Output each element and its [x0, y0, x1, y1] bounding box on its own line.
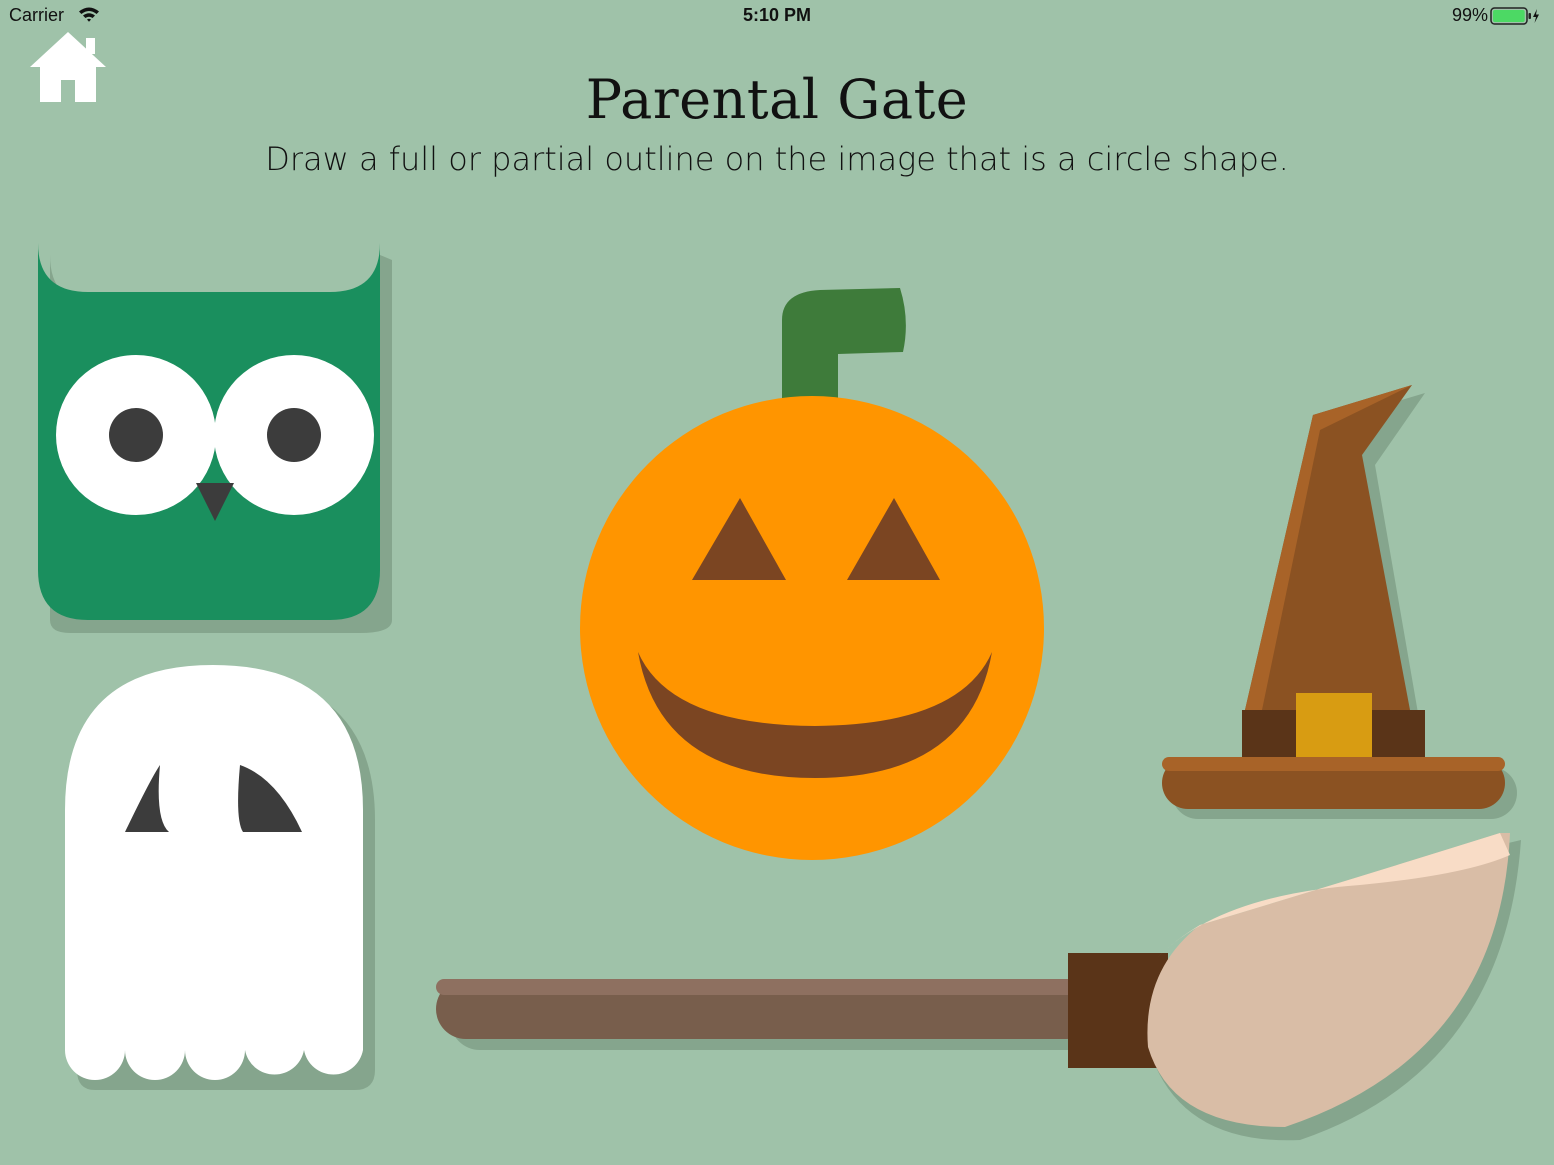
owl-image[interactable]: [30, 235, 410, 635]
instructions-text: Draw a full or partial outline on the im…: [265, 140, 1289, 178]
battery-percent: 99%: [1451, 5, 1488, 25]
parental-gate-screen: Carrier 5:10 PM 99% Parental Gate Draw a…: [0, 0, 1554, 1165]
status-bar: Carrier 5:10 PM 99%: [0, 0, 1554, 32]
witch-hat-image[interactable]: [1150, 375, 1530, 830]
pumpkin-image[interactable]: [570, 280, 1060, 870]
page-title: Parental Gate: [585, 68, 969, 131]
battery-icon: [1490, 7, 1540, 30]
battery-fill: [1493, 10, 1525, 22]
broom-image[interactable]: [430, 825, 1530, 1145]
clock: 5:10 PM: [742, 5, 812, 25]
charging-bolt-icon: [1533, 9, 1539, 23]
ghost-image[interactable]: [55, 660, 385, 1100]
